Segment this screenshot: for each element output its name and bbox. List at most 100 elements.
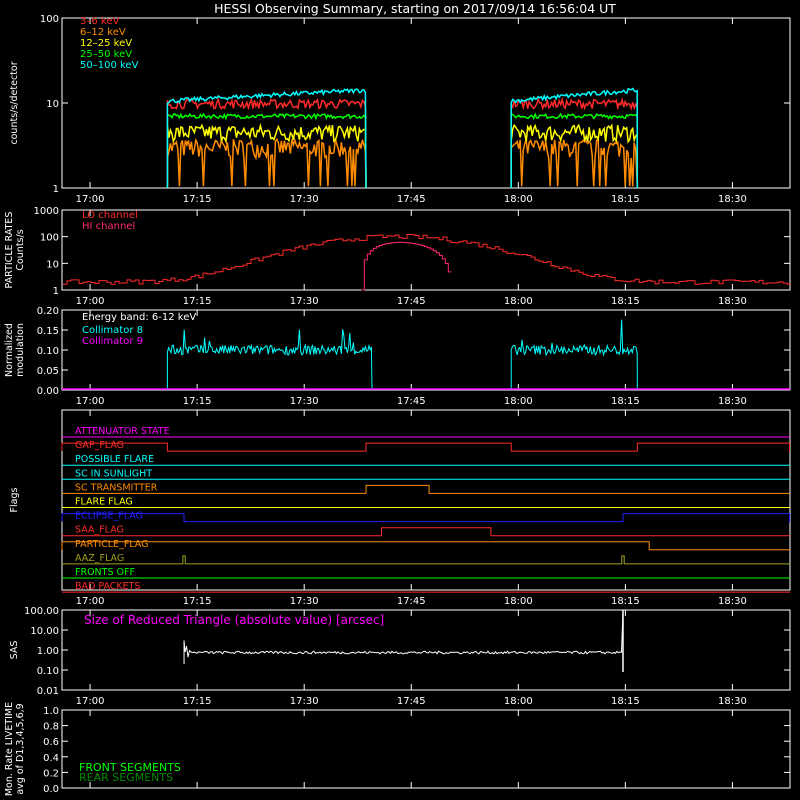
sas-annotation: Size of Reduced Triangle (absolute value… — [84, 613, 384, 627]
count-rate-series-2 — [510, 123, 639, 189]
ytick-label-modulation: 0.05 — [37, 366, 59, 377]
ytick-label-sas: 0.01 — [37, 686, 59, 697]
xtick-label-flags: 18:15 — [611, 596, 640, 607]
ytick-label-count_rates: 1 — [53, 184, 59, 195]
ytick-label-livetime: 0.8 — [43, 722, 59, 733]
ytick-label-sas: 1.00 — [37, 646, 59, 657]
plot-title: HESSI Observing Summary, starting on 201… — [214, 1, 616, 16]
ytick-label-particle_rates: 1000 — [34, 206, 59, 217]
xtick-label-count_rates: 17:45 — [397, 194, 426, 205]
xtick-label-count_rates: 18:30 — [718, 194, 747, 205]
xtick-label-particle_rates: 18:00 — [504, 296, 533, 307]
count-rate-legend-1: 6–12 keV — [80, 27, 126, 38]
modulation-legend-0: Collimator 8 — [82, 325, 143, 336]
xtick-label-flags: 17:45 — [397, 596, 426, 607]
xtick-label-particle_rates: 17:00 — [76, 296, 105, 307]
count-rate-series-1 — [510, 138, 639, 189]
count-rate-legend-2: 12–25 keV — [80, 38, 132, 49]
xtick-label-sas: 17:45 — [397, 696, 426, 707]
ytick-label-modulation: 0.00 — [37, 386, 59, 397]
ytick-label-livetime: 0.4 — [43, 753, 59, 764]
ylabel-line-livetime: avg of D1,3,4,5,6,9 — [15, 703, 26, 794]
xtick-label-sas: 17:00 — [76, 696, 105, 707]
ytick-label-modulation: 0.15 — [37, 326, 59, 337]
xtick-label-particle_rates: 17:15 — [183, 296, 212, 307]
modulation-legend-1: Collimator 9 — [82, 336, 143, 347]
flag-label-10: FRONTS OFF — [75, 567, 135, 578]
flag-label-8: PARTICLE_FLAG — [75, 539, 148, 550]
flag-label-5: FLARE FLAG — [75, 497, 133, 508]
modulation-energy-band: Energy band: 6-12 keV — [82, 312, 196, 323]
ylabel-line-sas: SAS — [9, 641, 20, 660]
ylabel-line-count_rates: counts/s/detector — [9, 61, 20, 144]
xtick-label-sas: 18:00 — [504, 696, 533, 707]
count-rate-legend-0: 3–6 keV — [80, 16, 119, 27]
particle-lo-channel — [63, 234, 791, 285]
ytick-label-livetime: 1.0 — [43, 706, 59, 717]
ylabel-line-flags: Flags — [9, 487, 20, 512]
flag-label-7: SAA_FLAG — [75, 525, 124, 536]
particle-legend-1: HI channel — [82, 221, 135, 232]
panel-frame-count_rates — [61, 17, 791, 189]
flag-label-6: ECLIPSE_FLAG — [75, 511, 143, 522]
flag-line-8 — [61, 541, 790, 551]
ylabel-count_rates: counts/s/detector — [9, 61, 20, 144]
ytick-label-sas: 0.10 — [37, 666, 59, 677]
ylabel-flags: Flags — [9, 487, 20, 512]
hessi-summary-plot: HESSI Observing Summary, starting on 201… — [0, 0, 800, 800]
ylabel-line-particle_rates: Counts/s — [15, 229, 26, 270]
count-rate-series-1 — [166, 137, 367, 189]
xtick-label-flags: 18:30 — [718, 596, 747, 607]
flag-label-11: BAD PACKETS — [75, 581, 141, 592]
modulation-collimator-8-0 — [166, 329, 373, 391]
ytick-label-count_rates: 10 — [46, 99, 59, 110]
count-rate-legend-3: 25–50 keV — [80, 49, 132, 60]
particle-legend-0: LO channel — [82, 210, 138, 221]
xtick-label-modulation: 17:30 — [290, 396, 319, 407]
flag-label-9: AAZ_FLAG — [75, 553, 124, 564]
flag-label-2: POSSIBLE FLARE — [75, 454, 154, 465]
ylabel-particle_rates: PARTICLE RATES Counts/s — [4, 212, 26, 289]
modulation-collimator-8-1 — [510, 319, 638, 391]
ytick-label-livetime: 0.6 — [43, 737, 59, 748]
ylabel-livetime: Mon. Rate LIVETIME avg of D1,3,4,5,6,9 — [4, 702, 26, 796]
ytick-label-sas: 100.00 — [24, 606, 59, 617]
xtick-label-count_rates: 17:30 — [290, 194, 319, 205]
xtick-label-sas: 17:15 — [183, 696, 212, 707]
ylabel-sas: SAS — [9, 641, 20, 660]
xtick-label-particle_rates: 17:30 — [290, 296, 319, 307]
ytick-label-count_rates: 100 — [40, 14, 59, 25]
count-rate-legend-4: 50–100 keV — [80, 60, 139, 71]
flag-line-4 — [62, 484, 790, 494]
xtick-label-flags: 17:00 — [76, 596, 105, 607]
xtick-label-modulation: 18:00 — [504, 396, 533, 407]
xtick-label-modulation: 17:00 — [76, 396, 105, 407]
xtick-label-flags: 18:00 — [504, 596, 533, 607]
ytick-label-particle_rates: 1 — [53, 286, 59, 297]
xtick-label-flags: 17:30 — [290, 596, 319, 607]
flag-label-3: SC IN SUNLIGHT — [75, 468, 152, 479]
xtick-label-modulation: 17:45 — [397, 396, 426, 407]
ytick-label-particle_rates: 10 — [46, 259, 59, 270]
xtick-label-count_rates: 17:00 — [76, 194, 105, 205]
xtick-label-sas: 18:30 — [718, 696, 747, 707]
xtick-label-particle_rates: 17:45 — [397, 296, 426, 307]
xtick-label-particle_rates: 18:30 — [718, 296, 747, 307]
flag-line-6 — [61, 513, 790, 523]
ytick-label-livetime: 0.2 — [43, 768, 59, 779]
ylabel-line-modulation: Normalized — [4, 323, 15, 377]
flag-line-1 — [61, 442, 790, 452]
ylabel-modulation: Normalized modulation — [4, 323, 26, 377]
ytick-label-modulation: 0.10 — [37, 346, 59, 357]
xtick-label-sas: 17:30 — [290, 696, 319, 707]
xtick-label-count_rates: 17:15 — [183, 194, 212, 205]
flag-label-1: GAP_FLAG — [75, 440, 124, 451]
ylabel-line-livetime: Mon. Rate LIVETIME — [4, 702, 15, 796]
ylabel-line-particle_rates: PARTICLE RATES — [4, 212, 15, 289]
ytick-label-modulation: 0.20 — [37, 306, 59, 317]
xtick-label-flags: 17:15 — [183, 596, 212, 607]
xtick-label-modulation: 17:15 — [183, 396, 212, 407]
flag-line-7 — [62, 527, 790, 537]
ytick-label-livetime: 0.0 — [43, 784, 59, 795]
xtick-label-modulation: 18:15 — [611, 396, 640, 407]
